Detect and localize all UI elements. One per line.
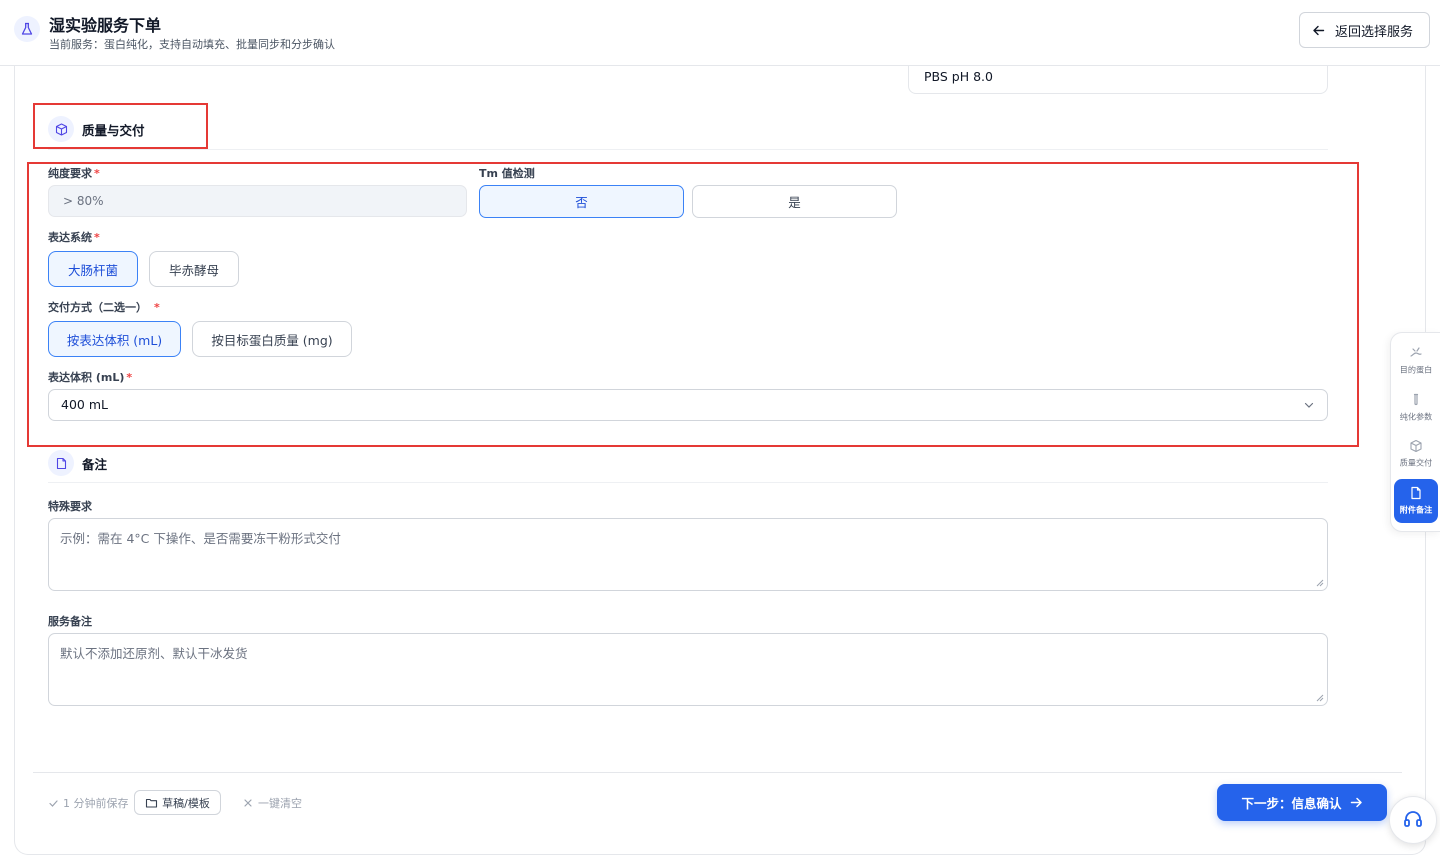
resize-handle-icon[interactable] (1316, 579, 1324, 587)
flask-icon (14, 16, 40, 42)
nav-item-quality-delivery[interactable]: 质量交付 (1391, 432, 1440, 476)
draft-button-label: 草稿/模板 (162, 796, 210, 810)
expression-option-ecoli[interactable]: 大肠杆菌 (48, 251, 138, 287)
next-step-button[interactable]: 下一步：信息确认 (1217, 784, 1387, 821)
box-icon (1410, 439, 1422, 453)
folder-icon (146, 798, 158, 808)
page-subtitle: 当前服务：蛋白纯化，支持自动填充、批量同步和分步确认 (49, 38, 335, 51)
customer-support-button[interactable] (1389, 796, 1437, 844)
special-requirements-label: 特殊要求 (48, 500, 92, 513)
section-divider (48, 482, 1328, 483)
clear-button-label: 一键清空 (258, 797, 302, 810)
test-tube-icon (1413, 393, 1419, 406)
service-notes-textarea[interactable]: 默认不添加还原剂、默认干冰发货 (48, 633, 1328, 706)
tm-label: Tm 值检测 (479, 167, 535, 180)
required-mark: * (154, 301, 160, 314)
footer-bar (33, 772, 1402, 832)
expression-label: 表达系统 * (48, 231, 100, 244)
nav-label: 目的蛋白 (1399, 366, 1433, 376)
tm-option-yes[interactable]: 是 (692, 185, 897, 218)
draft-template-button[interactable]: 草稿/模板 (134, 790, 221, 815)
check-icon (49, 799, 58, 807)
nav-item-purification-params[interactable]: 纯化参数 (1391, 386, 1440, 430)
file-icon (48, 450, 74, 476)
nav-label: 附件备注 (1399, 506, 1433, 516)
delivery-option-volume[interactable]: 按表达体积 (mL) (48, 321, 181, 357)
tm-option-no[interactable]: 否 (479, 185, 684, 218)
required-mark: * (126, 371, 133, 384)
buffer-field[interactable]: PBS pH 8.0 (908, 66, 1328, 94)
next-button-label: 下一步：信息确认 (1241, 796, 1342, 811)
special-requirements-textarea[interactable]: 示例：需在 4°C 下操作、是否需要冻干粉形式交付 (48, 518, 1328, 591)
clear-all-button[interactable]: 一键清空 (243, 795, 302, 811)
headset-icon (1404, 811, 1422, 827)
service-notes-label: 服务备注 (48, 615, 92, 628)
save-status: 1 分钟前保存 (48, 795, 129, 811)
purity-field: > 80% (48, 185, 467, 217)
arrow-left-icon (1313, 25, 1325, 35)
special-requirements-placeholder: 示例：需在 4°C 下操作、是否需要冻干粉形式交付 (60, 531, 341, 546)
purity-label: 纯度要求 * (48, 167, 100, 180)
volume-select-value: 400 mL (61, 397, 108, 412)
notes-section-title: 备注 (82, 456, 108, 472)
page-header: 湿实验服务下单 当前服务：蛋白纯化，支持自动填充、批量同步和分步确认 返回选择服… (0, 0, 1440, 66)
section-nav: 目的蛋白 纯化参数 质量交付 附件备注 (1390, 332, 1440, 532)
delivery-option-mass[interactable]: 按目标蛋白质量 (mg) (192, 321, 352, 357)
service-notes-placeholder: 默认不添加还原剂、默认干冰发货 (60, 646, 248, 661)
chevron-down-icon (1304, 402, 1314, 408)
notes-section-header: 备注 (48, 450, 107, 476)
nav-label: 质量交付 (1399, 459, 1433, 469)
page-title: 湿实验服务下单 (49, 16, 162, 35)
quality-section-title: 质量与交付 (82, 122, 145, 138)
nav-item-target-protein[interactable]: 目的蛋白 (1391, 339, 1440, 383)
nav-label: 纯化参数 (1399, 413, 1433, 423)
close-icon (244, 799, 252, 807)
box-icon (48, 116, 74, 142)
back-button-label: 返回选择服务 (1335, 24, 1414, 40)
nav-item-attachments-notes[interactable]: 附件备注 (1394, 479, 1438, 523)
arrow-right-icon (1350, 797, 1362, 808)
quality-section-header: 质量与交付 (48, 116, 145, 142)
resize-handle-icon[interactable] (1316, 694, 1324, 702)
required-mark: * (94, 231, 100, 244)
volume-label: 表达体积 (mL) * (48, 371, 133, 384)
section-divider (48, 149, 1328, 150)
required-mark: * (94, 167, 100, 180)
protein-icon (1410, 347, 1422, 357)
expression-option-pichia[interactable]: 毕赤酵母 (149, 251, 239, 287)
volume-select[interactable]: 400 mL (48, 389, 1328, 421)
save-status-text: 1 分钟前保存 (63, 797, 129, 810)
delivery-label: 交付方式（二选一） * (48, 301, 160, 314)
file-icon (1411, 486, 1421, 500)
back-to-services-button[interactable]: 返回选择服务 (1299, 12, 1430, 48)
